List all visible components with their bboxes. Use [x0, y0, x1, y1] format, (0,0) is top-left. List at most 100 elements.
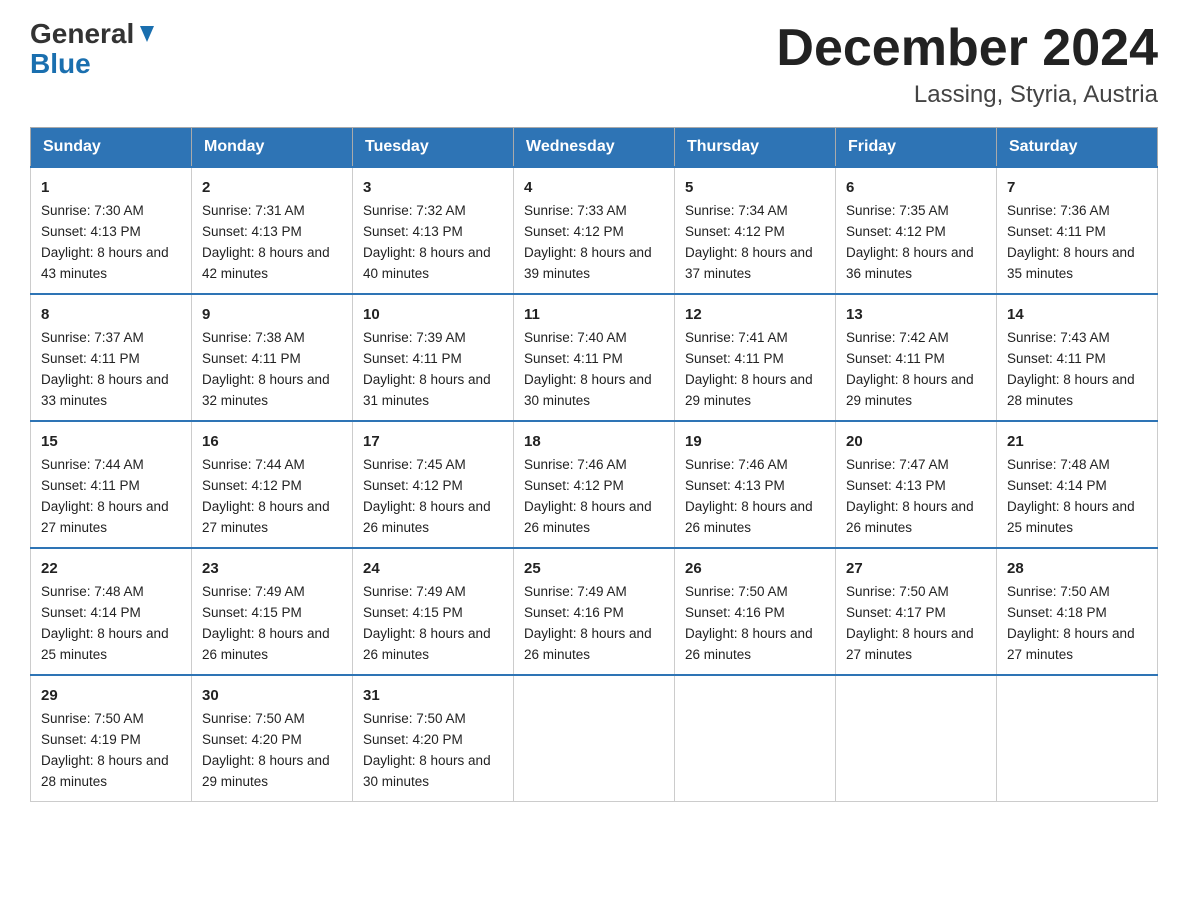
day-number: 20: [846, 430, 986, 453]
day-number: 2: [202, 176, 342, 199]
day-number: 10: [363, 303, 503, 326]
col-sunday: Sunday: [31, 128, 192, 168]
sunset-text: Sunset: 4:13 PM: [685, 478, 785, 493]
day-number: 21: [1007, 430, 1147, 453]
sunset-text: Sunset: 4:20 PM: [363, 732, 463, 747]
sunrise-text: Sunrise: 7:46 AM: [524, 457, 627, 472]
sunrise-text: Sunrise: 7:30 AM: [41, 203, 144, 218]
sunset-text: Sunset: 4:15 PM: [363, 605, 463, 620]
daylight-text: Daylight: 8 hours and 26 minutes: [685, 626, 813, 662]
day-number: 16: [202, 430, 342, 453]
sunrise-text: Sunrise: 7:35 AM: [846, 203, 949, 218]
day-number: 22: [41, 557, 181, 580]
daylight-text: Daylight: 8 hours and 26 minutes: [846, 499, 974, 535]
table-row: 25Sunrise: 7:49 AMSunset: 4:16 PMDayligh…: [514, 548, 675, 675]
logo: General Blue: [30, 20, 158, 80]
daylight-text: Daylight: 8 hours and 30 minutes: [524, 372, 652, 408]
day-number: 4: [524, 176, 664, 199]
table-row: 2Sunrise: 7:31 AMSunset: 4:13 PMDaylight…: [192, 167, 353, 294]
table-row: 11 Sunrise: 7:40 AM Sunset: 4:11 PM Dayligh…: [514, 294, 675, 421]
day-number: 5: [685, 176, 825, 199]
calendar-subtitle: Lassing, Styria, Austria: [776, 81, 1158, 109]
daylight-text: Daylight: 8 hours and 43 minutes: [41, 245, 169, 281]
sunset-text: Sunset: 4:19 PM: [41, 732, 141, 747]
day-number: 18: [524, 430, 664, 453]
calendar-week-row: 15Sunrise: 7:44 AMSunset: 4:11 PMDayligh…: [31, 421, 1158, 548]
sunset-text: Sunset: 4:13 PM: [202, 224, 302, 239]
table-row: [514, 675, 675, 801]
day-number: 28: [1007, 557, 1147, 580]
day-number: 14: [1007, 303, 1147, 326]
sunset-text: Sunset: 4:12 PM: [846, 224, 946, 239]
calendar-title: December 2024: [776, 20, 1158, 77]
table-row: 28Sunrise: 7:50 AMSunset: 4:18 PMDayligh…: [997, 548, 1158, 675]
table-row: 13Sunrise: 7:42 AMSunset: 4:11 PMDayligh…: [836, 294, 997, 421]
table-row: 17Sunrise: 7:45 AMSunset: 4:12 PMDayligh…: [353, 421, 514, 548]
sunrise-text: Sunrise: 7:48 AM: [41, 584, 144, 599]
sunset-text: Sunset: 4:12 PM: [202, 478, 302, 493]
calendar-week-row: 1Sunrise: 7:30 AMSunset: 4:13 PMDaylight…: [31, 167, 1158, 294]
daylight-text: Daylight: 8 hours and 27 minutes: [41, 499, 169, 535]
sunrise-text: Sunrise: 7:50 AM: [685, 584, 788, 599]
day-number: 15: [41, 430, 181, 453]
table-row: 14Sunrise: 7:43 AMSunset: 4:11 PMDayligh…: [997, 294, 1158, 421]
sunrise-text: Sunrise: 7:36 AM: [1007, 203, 1110, 218]
day-number: 6: [846, 176, 986, 199]
daylight-text: Daylight: 8 hours and 37 minutes: [685, 245, 813, 281]
day-number: 25: [524, 557, 664, 580]
sunset-text: Sunset: 4:11 PM: [846, 351, 945, 366]
table-row: [836, 675, 997, 801]
table-row: 7Sunrise: 7:36 AMSunset: 4:11 PMDaylight…: [997, 167, 1158, 294]
table-row: 24Sunrise: 7:49 AMSunset: 4:15 PMDayligh…: [353, 548, 514, 675]
table-row: 10Sunrise: 7:39 AMSunset: 4:11 PMDayligh…: [353, 294, 514, 421]
daylight-text: Daylight: 8 hours and 28 minutes: [41, 753, 169, 789]
table-row: 19Sunrise: 7:46 AMSunset: 4:13 PMDayligh…: [675, 421, 836, 548]
day-number: 19: [685, 430, 825, 453]
table-row: 8Sunrise: 7:37 AMSunset: 4:11 PMDaylight…: [31, 294, 192, 421]
sunrise-text: Sunrise: 7:33 AM: [524, 203, 627, 218]
table-row: 15Sunrise: 7:44 AMSunset: 4:11 PMDayligh…: [31, 421, 192, 548]
title-block: December 2024 Lassing, Styria, Austria: [776, 20, 1158, 109]
sunset-text: Sunset: 4:16 PM: [685, 605, 785, 620]
sunset-text: Sunset: 4:12 PM: [363, 478, 463, 493]
day-number: 11: [524, 303, 664, 326]
table-row: 5Sunrise: 7:34 AMSunset: 4:12 PMDaylight…: [675, 167, 836, 294]
sunset-text: Sunset: 4:13 PM: [41, 224, 141, 239]
sunrise-text: Sunrise: 7:40 AM: [524, 330, 627, 345]
sunrise-text: Sunrise: 7:47 AM: [846, 457, 949, 472]
sunset-text: Sunset: 4:11 PM: [363, 351, 462, 366]
sunrise-text: Sunrise: 7:39 AM: [363, 330, 466, 345]
daylight-text: Daylight: 8 hours and 29 minutes: [202, 753, 330, 789]
sunrise-text: Sunrise: 7:49 AM: [363, 584, 466, 599]
page-header: General Blue December 2024 Lassing, Styr…: [30, 20, 1158, 109]
sunset-text: Sunset: 4:12 PM: [685, 224, 785, 239]
table-row: [675, 675, 836, 801]
daylight-text: Daylight: 8 hours and 26 minutes: [363, 626, 491, 662]
table-row: 12Sunrise: 7:41 AMSunset: 4:11 PMDayligh…: [675, 294, 836, 421]
sunset-text: Sunset: 4:16 PM: [524, 605, 624, 620]
table-row: 22Sunrise: 7:48 AMSunset: 4:14 PMDayligh…: [31, 548, 192, 675]
daylight-text: Daylight: 8 hours and 36 minutes: [846, 245, 974, 281]
daylight-text: Daylight: 8 hours and 32 minutes: [202, 372, 330, 408]
table-row: 29Sunrise: 7:50 AMSunset: 4:19 PMDayligh…: [31, 675, 192, 801]
table-row: 31Sunrise: 7:50 AMSunset: 4:20 PMDayligh…: [353, 675, 514, 801]
daylight-text: Daylight: 8 hours and 26 minutes: [524, 626, 652, 662]
sunrise-text: Sunrise: 7:32 AM: [363, 203, 466, 218]
table-row: 16Sunrise: 7:44 AMSunset: 4:12 PMDayligh…: [192, 421, 353, 548]
day-number: 9: [202, 303, 342, 326]
day-number: 17: [363, 430, 503, 453]
sunrise-text: Sunrise: 7:50 AM: [41, 711, 144, 726]
sunset-text: Sunset: 4:11 PM: [524, 351, 623, 366]
sunset-text: Sunset: 4:13 PM: [363, 224, 463, 239]
daylight-text: Daylight: 8 hours and 26 minutes: [685, 499, 813, 535]
daylight-text: Daylight: 8 hours and 25 minutes: [41, 626, 169, 662]
sunset-text: Sunset: 4:12 PM: [524, 478, 624, 493]
sunrise-text: Sunrise: 7:44 AM: [202, 457, 305, 472]
sunrise-text: Sunrise: 7:50 AM: [202, 711, 305, 726]
sunset-text: Sunset: 4:15 PM: [202, 605, 302, 620]
table-row: 23Sunrise: 7:49 AMSunset: 4:15 PMDayligh…: [192, 548, 353, 675]
daylight-text: Daylight: 8 hours and 27 minutes: [846, 626, 974, 662]
table-row: 30Sunrise: 7:50 AMSunset: 4:20 PMDayligh…: [192, 675, 353, 801]
daylight-text: Daylight: 8 hours and 29 minutes: [685, 372, 813, 408]
col-wednesday: Wednesday: [514, 128, 675, 168]
